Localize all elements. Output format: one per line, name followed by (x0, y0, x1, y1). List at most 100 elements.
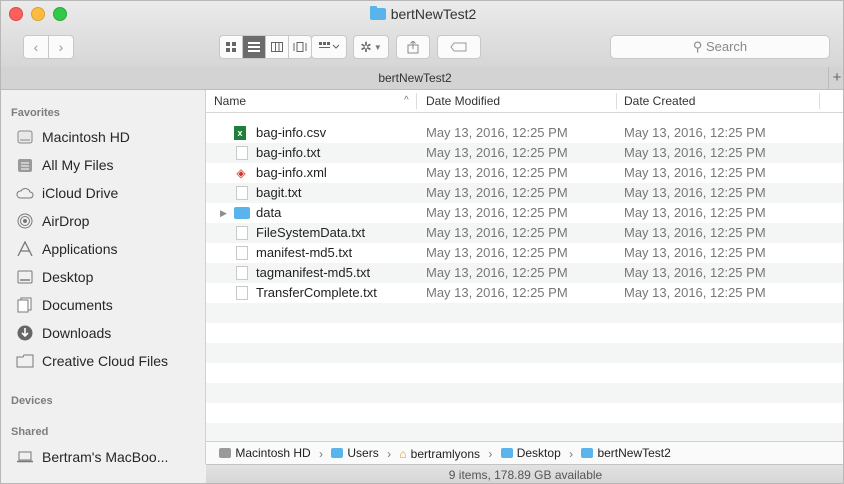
search-placeholder: Search (705, 39, 748, 54)
finder-window: bertNewTest2 ‹ › ✲ ▼ ⚲ Search bertNewTes… (0, 0, 844, 484)
all-files-icon (16, 156, 34, 174)
sidebar-item-macintosh-hd[interactable]: Macintosh HD (16, 124, 130, 150)
path-label: Desktop (516, 446, 561, 460)
list-view-button[interactable] (243, 35, 266, 59)
tab-bertNewTest2[interactable]: bertNewTest2 (1, 67, 829, 89)
folder-icon (331, 448, 344, 458)
file-date-modified: May 13, 2016, 12:25 PM (426, 265, 568, 280)
harddisk-icon (16, 128, 34, 146)
file-name: bagit.txt (256, 185, 302, 200)
window-title-text: bertNewTest2 (390, 6, 477, 22)
add-tab-button[interactable]: + (828, 67, 843, 89)
gear-icon: ✲ (360, 38, 372, 55)
file-date-created: May 13, 2016, 12:25 PM (624, 145, 766, 160)
table-row[interactable]: bagit.txt May 13, 2016, 12:25 PM May 13,… (206, 183, 843, 203)
list-view-icon (248, 42, 260, 52)
table-row[interactable]: manifest-md5.txt May 13, 2016, 12:25 PM … (206, 243, 843, 263)
table-row[interactable]: tagmanifest-md5.txt May 13, 2016, 12:25 … (206, 263, 843, 283)
file-name: bag-info.txt (256, 145, 321, 160)
sidebar-item-label: AirDrop (42, 213, 90, 229)
documents-icon (16, 296, 34, 314)
column-date-modified[interactable]: Date Modified (426, 90, 500, 112)
path-item-home[interactable]: ⌂ bertramlyons (399, 443, 480, 465)
path-separator-icon: › (319, 447, 324, 461)
action-button[interactable]: ✲ ▼ (353, 35, 389, 59)
coverflow-view-button[interactable] (289, 35, 312, 59)
chevron-down-icon: ▼ (373, 42, 382, 52)
text-file-icon (236, 146, 248, 160)
search-icon: ⚲ (692, 39, 703, 54)
empty-row (206, 343, 843, 363)
path-label: bertramlyons (410, 447, 481, 461)
sidebar-item-label: All My Files (42, 157, 114, 173)
path-item-bertNewTest2[interactable]: bertNewTest2 (581, 442, 671, 464)
path-item-desktop[interactable]: Desktop (500, 442, 561, 464)
file-name: data (256, 205, 282, 220)
search-field[interactable]: ⚲ Search (610, 35, 830, 59)
file-date-created: May 13, 2016, 12:25 PM (624, 125, 766, 140)
file-date-created: May 13, 2016, 12:25 PM (624, 225, 766, 240)
file-list: Name ^ Date Modified Date Created x bag-… (206, 90, 843, 441)
table-row[interactable]: TransferComplete.txt May 13, 2016, 12:25… (206, 283, 843, 303)
path-label: Macintosh HD (235, 446, 311, 460)
path-separator-icon: › (569, 447, 574, 461)
file-date-modified: May 13, 2016, 12:25 PM (426, 185, 568, 200)
sidebar-section-shared: Shared (11, 426, 49, 438)
sidebar-section-favorites: Favorites (11, 107, 60, 119)
sidebar-item-all-my-files[interactable]: All My Files (16, 152, 114, 178)
share-icon (407, 40, 419, 53)
forward-button[interactable]: › (49, 35, 74, 59)
coverflow-view-icon (293, 42, 307, 52)
text-file-icon (236, 186, 248, 200)
table-row[interactable]: x bag-info.csv May 13, 2016, 12:25 PM Ma… (206, 123, 843, 143)
arrange-button[interactable] (311, 35, 347, 59)
sidebar-item-label: Bertram's MacBoo... (42, 449, 169, 465)
back-button[interactable]: ‹ (23, 35, 49, 59)
path-item-macintosh-hd[interactable]: Macintosh HD (219, 442, 311, 464)
desktop-icon (16, 268, 34, 286)
view-mode-control (219, 35, 312, 59)
column-date-created[interactable]: Date Created (624, 90, 695, 112)
sidebar-footer (1, 464, 206, 483)
sidebar-item-airdrop[interactable]: AirDrop (16, 208, 89, 234)
file-date-created: May 13, 2016, 12:25 PM (624, 185, 766, 200)
file-name: bag-info.xml (256, 165, 327, 180)
sidebar-item-applications[interactable]: Applications (16, 236, 118, 262)
file-date-modified: May 13, 2016, 12:25 PM (426, 285, 568, 300)
file-name: bag-info.csv (256, 125, 327, 140)
file-date-created: May 13, 2016, 12:25 PM (624, 165, 766, 180)
sidebar-item-label: Creative Cloud Files (42, 353, 169, 369)
column-view-button[interactable] (266, 35, 289, 59)
tags-button[interactable] (437, 35, 481, 59)
sidebar-item-documents[interactable]: Documents (16, 292, 113, 318)
file-name: manifest-md5.txt (256, 245, 353, 260)
sidebar-item-downloads[interactable]: Downloads (16, 320, 111, 346)
table-row[interactable]: bag-info.txt May 13, 2016, 12:25 PM May … (206, 143, 843, 163)
table-row[interactable]: ▶ data May 13, 2016, 12:25 PM May 13, 20… (206, 203, 843, 223)
column-divider (416, 93, 417, 109)
sidebar: Favorites Macintosh HD All My Files iClo… (1, 90, 206, 483)
empty-row (206, 423, 843, 441)
sidebar-item-icloud-drive[interactable]: iCloud Drive (16, 180, 118, 206)
sidebar-item-desktop[interactable]: Desktop (16, 264, 93, 290)
icon-view-button[interactable] (219, 35, 243, 59)
cloud-icon (16, 184, 34, 202)
file-date-modified: May 13, 2016, 12:25 PM (426, 145, 568, 160)
file-date-created: May 13, 2016, 12:25 PM (624, 205, 766, 220)
folder-icon (234, 207, 250, 219)
file-name: tagmanifest-md5.txt (256, 265, 371, 280)
share-button[interactable] (396, 35, 430, 59)
sidebar-item-creative-cloud-files[interactable]: Creative Cloud Files (16, 348, 168, 374)
disclosure-triangle-icon[interactable]: ▶ (220, 203, 227, 223)
applications-icon (16, 240, 34, 258)
table-row[interactable]: FileSystemData.txt May 13, 2016, 12:25 P… (206, 223, 843, 243)
icon-view-icon (226, 42, 236, 52)
column-divider (819, 93, 820, 109)
column-name[interactable]: Name (214, 90, 246, 112)
arrange-icon (319, 42, 339, 49)
sidebar-item-label: Applications (42, 241, 118, 257)
path-item-users[interactable]: Users (331, 442, 379, 464)
path-separator-icon: › (488, 447, 493, 461)
path-label: bertNewTest2 (597, 446, 671, 460)
table-row[interactable]: ◈ bag-info.xml May 13, 2016, 12:25 PM Ma… (206, 163, 843, 183)
